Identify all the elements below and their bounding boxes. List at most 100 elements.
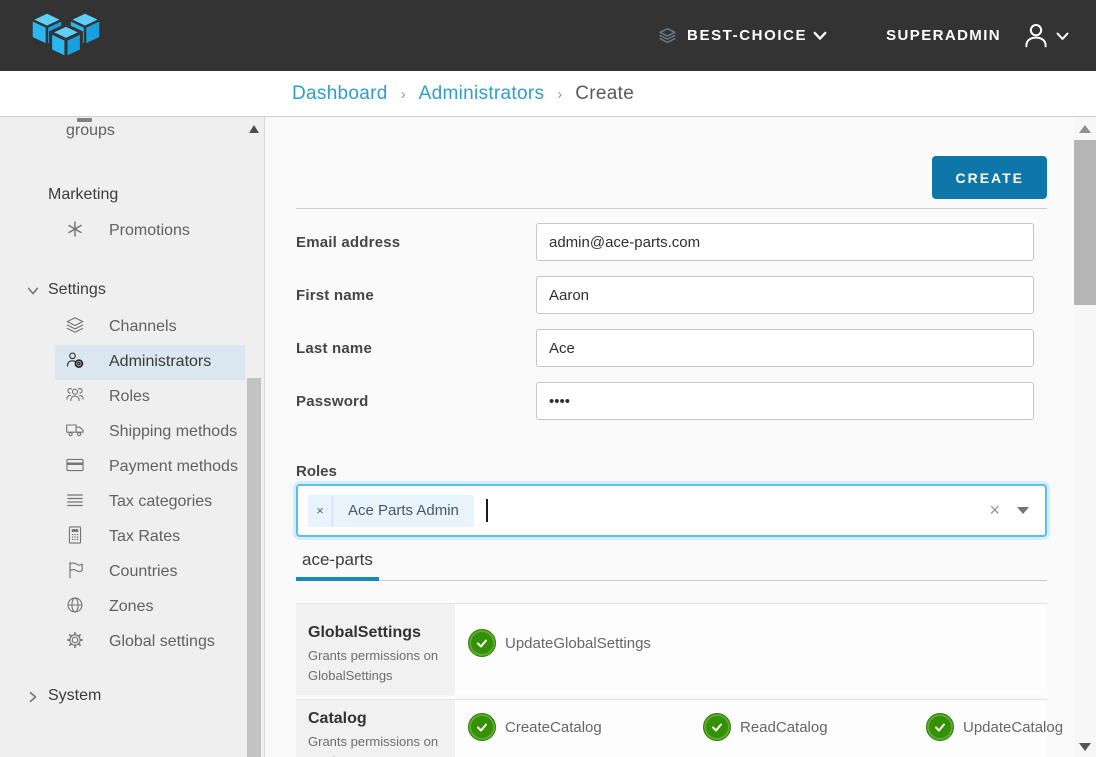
permission-group-title: GlobalSettings: [308, 624, 445, 642]
toolbar: CREATE: [296, 117, 1047, 199]
sidebar-item-channels[interactable]: Channels: [0, 310, 264, 345]
channel-switcher[interactable]: BEST-CHOICE: [658, 26, 828, 45]
sidebar-item-tax-rates[interactable]: Tax Rates: [0, 520, 264, 555]
list-icon: [65, 490, 85, 510]
email-label: Email address: [296, 234, 536, 251]
checked-toggle-icon[interactable]: [468, 629, 496, 657]
sidebar-item-label: Zones: [109, 598, 153, 615]
breadcrumb-create: Create: [575, 83, 634, 105]
app-window: BEST-CHOICE SUPERADMIN Dashboard › Admin…: [0, 0, 1096, 757]
sidebar-item-payment-methods[interactable]: Payment methods: [0, 450, 264, 485]
roles-label: Roles: [296, 463, 1047, 481]
breadcrumb-dashboard[interactable]: Dashboard: [292, 83, 388, 105]
credit-card-icon: [65, 455, 85, 475]
sidebar-item-label: Countries: [109, 563, 177, 580]
permission-label: ReadCatalog: [740, 719, 828, 736]
sidebar-item-label: Shipping methods: [109, 423, 237, 440]
permission-group-description: Grants permissions on Products, Facets: [308, 732, 445, 757]
sidebar-item-label: Tax Rates: [109, 528, 180, 545]
permission-label: UpdateGlobalSettings: [505, 635, 651, 652]
permission-toggle-readcatalog: ReadCatalog: [703, 713, 926, 741]
sidebar-item-promotions[interactable]: Promotions: [0, 214, 264, 249]
main-content: CREATE Email address First name Last nam…: [265, 117, 1096, 757]
asterisk-icon: [65, 219, 85, 239]
form-row-last-name: Last name: [296, 329, 1047, 367]
chevron-right-icon: [26, 689, 40, 711]
sidebar-item-label: Payment methods: [109, 458, 238, 475]
role-chip: × Ace Parts Admin: [308, 495, 474, 527]
sidebar-section-system[interactable]: System: [0, 685, 264, 707]
checked-toggle-icon[interactable]: [703, 713, 731, 741]
username: SUPERADMIN: [886, 27, 1001, 44]
breadcrumb-separator: ›: [401, 84, 406, 103]
top-bar: BEST-CHOICE SUPERADMIN: [0, 0, 1096, 71]
permission-row-catalog: Catalog Grants permissions on Products, …: [296, 699, 1047, 757]
breadcrumb-administrators[interactable]: Administrators: [419, 83, 545, 105]
administrator-form: Email address First name Last name Passw…: [296, 223, 1047, 420]
sidebar-item-customer-groups-clipped[interactable]: groups: [0, 120, 264, 144]
vendure-logo-icon: [22, 7, 110, 65]
users-icon: [65, 385, 85, 405]
administrator-icon: [65, 350, 85, 370]
form-row-first-name: First name: [296, 276, 1047, 314]
breadcrumb: Dashboard › Administrators › Create: [0, 71, 1096, 117]
permission-row-header: Catalog Grants permissions on Products, …: [296, 700, 455, 757]
sidebar-item-global-settings[interactable]: Global settings: [0, 625, 264, 660]
sidebar-item-label: Administrators: [109, 353, 211, 370]
sidebar-scrollbar[interactable]: [245, 117, 264, 757]
chip-remove-icon[interactable]: ×: [308, 495, 333, 527]
role-chip-label: Ace Parts Admin: [333, 495, 474, 527]
chevron-down-icon: [26, 283, 40, 305]
password-field[interactable]: [536, 382, 1034, 420]
last-name-field[interactable]: [536, 329, 1034, 367]
last-name-label: Last name: [296, 340, 536, 357]
user-icon: [1021, 21, 1051, 51]
channel-name: BEST-CHOICE: [687, 27, 807, 44]
permission-row-header: GlobalSettings Grants permissions on Glo…: [296, 604, 455, 695]
scroll-down-arrow[interactable]: [1079, 743, 1091, 751]
tab-ace-parts[interactable]: ace-parts: [296, 550, 379, 580]
select-controls: ×: [989, 500, 1029, 521]
calculator-icon: [65, 525, 85, 545]
permission-toggles: UpdateGlobalSettings: [455, 604, 1047, 695]
sidebar-item-label: Global settings: [109, 633, 215, 650]
toolbar-divider: [296, 208, 1047, 209]
sidebar-item-label: Roles: [109, 388, 150, 405]
roles-multiselect[interactable]: × Ace Parts Admin ×: [296, 484, 1047, 537]
create-button[interactable]: CREATE: [932, 156, 1047, 199]
permission-group-description: Grants permissions on GlobalSettings: [308, 646, 445, 685]
checked-toggle-icon[interactable]: [926, 713, 954, 741]
dropdown-arrow-icon[interactable]: [1017, 507, 1029, 514]
sidebar-item-tax-categories[interactable]: Tax categories: [0, 485, 264, 520]
sidebar-item-countries[interactable]: Countries: [0, 555, 264, 590]
sidebar-scrollbar-thumb[interactable]: [247, 378, 261, 757]
form-row-password: Password: [296, 382, 1047, 420]
main-scrollbar[interactable]: [1074, 117, 1096, 757]
main-scrollbar-thumb[interactable]: [1074, 140, 1096, 305]
scroll-up-arrow[interactable]: [249, 125, 259, 133]
cog-icon: [65, 630, 85, 650]
user-menu[interactable]: SUPERADMIN: [886, 21, 1070, 51]
password-label: Password: [296, 393, 536, 410]
sidebar-item-label: Tax categories: [109, 493, 212, 510]
sidebar-item-roles[interactable]: Roles: [0, 380, 264, 415]
clear-icon[interactable]: ×: [989, 500, 1000, 521]
sidebar-item-label: Promotions: [109, 222, 190, 239]
sidebar-item-administrators[interactable]: Administrators: [55, 345, 245, 380]
scroll-up-arrow[interactable]: [1079, 125, 1091, 133]
checked-toggle-icon[interactable]: [468, 713, 496, 741]
chevron-down-icon: [812, 28, 828, 43]
first-name-label: First name: [296, 287, 536, 304]
sidebar-section-settings[interactable]: Settings: [0, 279, 264, 301]
permission-toggle-createcatalog: CreateCatalog: [468, 713, 703, 741]
breadcrumb-separator: ›: [557, 84, 562, 103]
permission-toggle-updateglobalsettings: UpdateGlobalSettings: [468, 629, 703, 657]
text-cursor: [486, 499, 488, 522]
sidebar-item-zones[interactable]: Zones: [0, 590, 264, 625]
email-field[interactable]: [536, 223, 1034, 261]
form-row-email: Email address: [296, 223, 1047, 261]
sidebar-item-shipping-methods[interactable]: Shipping methods: [0, 415, 264, 450]
permission-row-globalsettings: GlobalSettings Grants permissions on Glo…: [296, 603, 1047, 695]
first-name-field[interactable]: [536, 276, 1034, 314]
permissions-table: GlobalSettings Grants permissions on Glo…: [296, 603, 1047, 757]
